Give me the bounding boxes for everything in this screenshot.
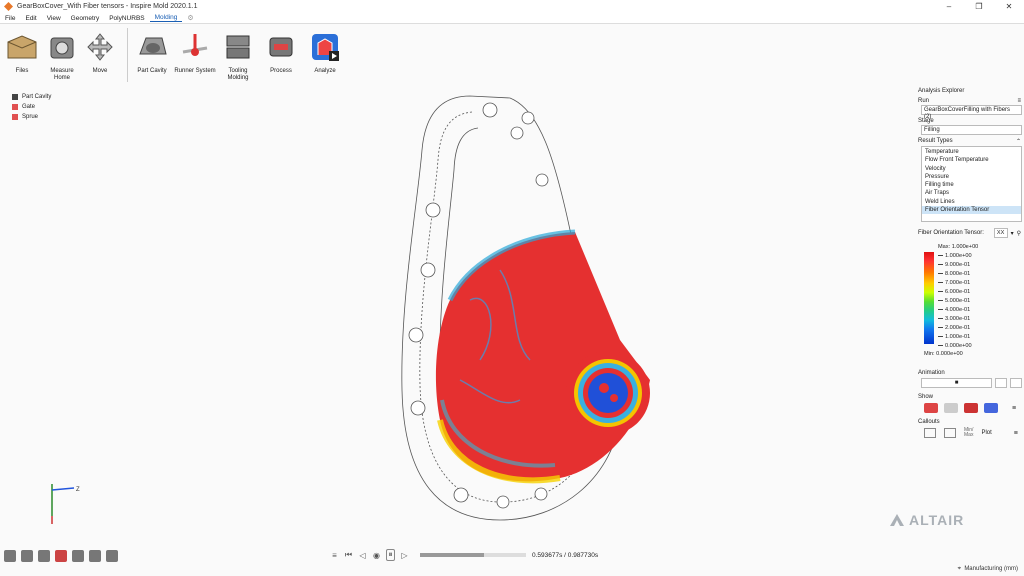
panel-title: Analysis Explorer <box>918 88 965 94</box>
view-tools <box>4 550 123 562</box>
time-slider[interactable] <box>420 553 526 557</box>
list-item[interactable]: Pressure <box>922 173 1021 181</box>
tick-label: 0.000e+00 <box>938 343 972 349</box>
animation-label: Animation <box>918 370 945 376</box>
tick-label: 8.000e-01 <box>938 271 970 277</box>
svg-text:Z: Z <box>76 487 80 493</box>
altair-logo-icon <box>890 514 904 526</box>
result-types-label: Result Types <box>918 138 953 144</box>
fiber-orientation-result <box>435 229 650 484</box>
show-cooling-icon[interactable] <box>984 403 998 413</box>
min-label: Min: 0.000e+00 <box>924 351 963 357</box>
show-runner-icon[interactable] <box>964 403 978 413</box>
show-label: Show <box>918 394 934 400</box>
step-back-icon[interactable]: ◁ <box>358 551 367 560</box>
list-item[interactable]: Air Traps <box>922 189 1021 197</box>
list-item[interactable]: Weld Lines <box>922 198 1021 206</box>
color-ramp <box>924 252 934 344</box>
stage-select[interactable]: Filling <box>921 125 1022 135</box>
menu-icon[interactable]: ≡ <box>330 551 339 560</box>
analysis-explorer-panel: Analysis Explorer Run ≡ GearBoxCoverFilli… <box>916 88 1024 558</box>
tick-label: 3.000e-01 <box>938 316 970 322</box>
menu-icon[interactable]: ≡ <box>1014 430 1018 437</box>
color-bar: Max: 1.000e+00 1.000e+00 9.000e-01 8.000… <box>924 244 1024 357</box>
skip-start-icon[interactable]: ⏮ <box>344 550 353 560</box>
menu-icon[interactable]: ≡ <box>1012 405 1016 412</box>
max-label: Max: 1.000e+00 <box>938 244 979 250</box>
list-item[interactable]: Fiber Orientation Tensor <box>922 206 1021 215</box>
list-item[interactable]: Flow Front Temperature <box>922 156 1021 164</box>
animation-stop-button[interactable]: ■ <box>921 378 992 388</box>
callout-minmax-button[interactable]: Min/ Max <box>964 428 973 438</box>
chevron-up-icon[interactable]: ⌃ <box>1016 138 1021 145</box>
callout-pin-icon[interactable] <box>924 428 936 438</box>
tensor-label: Fiber Orientation Tensor: <box>918 230 984 236</box>
callout-plot-button[interactable]: Plot <box>981 430 991 436</box>
record-icon[interactable]: ◉ <box>372 551 381 560</box>
chevron-down-icon[interactable]: ▾ <box>1011 230 1014 237</box>
show-mold-icon[interactable] <box>944 403 958 413</box>
animation-settings-icon[interactable] <box>995 378 1007 388</box>
axis-triad: Z <box>51 484 80 524</box>
animation-curve-icon[interactable] <box>1010 378 1022 388</box>
pin-icon[interactable]: ⚲ <box>1017 230 1021 237</box>
view-icon[interactable] <box>106 550 118 562</box>
show-part-icon[interactable] <box>924 403 938 413</box>
tick-label: 4.000e-01 <box>938 307 970 313</box>
step-forward-icon[interactable]: ▷ <box>400 551 409 560</box>
callout-box-icon[interactable] <box>944 428 956 438</box>
brand-logo: ALTAIR <box>889 512 964 528</box>
tick-label: 1.000e-01 <box>938 334 970 340</box>
view-icon[interactable] <box>55 550 67 562</box>
view-icon[interactable] <box>72 550 84 562</box>
collapse-icon[interactable]: ≡ <box>1017 98 1021 104</box>
result-types-list: Temperature Flow Front Temperature Veloc… <box>921 146 1022 222</box>
time-slider-fill <box>420 553 484 557</box>
model-viewport[interactable] <box>0 0 1024 576</box>
pause-button[interactable]: ⏸ <box>386 549 395 561</box>
stage-label: Stage <box>918 118 934 124</box>
list-item[interactable]: Velocity <box>922 165 1021 173</box>
view-icon[interactable] <box>4 550 16 562</box>
tick-label: 7.000e-01 <box>938 280 970 286</box>
time-readout: 0.593677s / 0.987730s <box>532 551 599 559</box>
callouts-label: Callouts <box>918 419 940 425</box>
playback-controls: ≡ ⏮ ◁ ◉ ⏸ ▷ 0.593677s / 0.987730s <box>330 549 598 561</box>
tick-label: 2.000e-01 <box>938 325 970 331</box>
view-icon[interactable] <box>21 550 33 562</box>
run-select[interactable]: GearBoxCoverFilling with Fibers (2) <box>921 105 1022 120</box>
run-label: Run <box>918 98 930 104</box>
list-item[interactable]: Temperature <box>922 148 1021 156</box>
target-icon: ⌖ <box>957 566 961 572</box>
status-units[interactable]: ⌖ Manufacturing (mm) <box>958 566 1018 573</box>
tick-label: 9.000e-01 <box>938 262 970 268</box>
view-icon[interactable] <box>89 550 101 562</box>
tensor-component-select[interactable]: XX <box>993 228 1008 238</box>
tick-label: 5.000e-01 <box>938 298 970 304</box>
tick-label: 1.000e+00 <box>938 253 972 259</box>
list-item[interactable]: Filling time <box>922 181 1021 189</box>
view-icon[interactable] <box>38 550 50 562</box>
tick-label: 6.000e-01 <box>938 289 970 295</box>
bottom-bar: ≡ ⏮ ◁ ◉ ⏸ ▷ 0.593677s / 0.987730s ⌖ Manu… <box>0 544 1024 576</box>
